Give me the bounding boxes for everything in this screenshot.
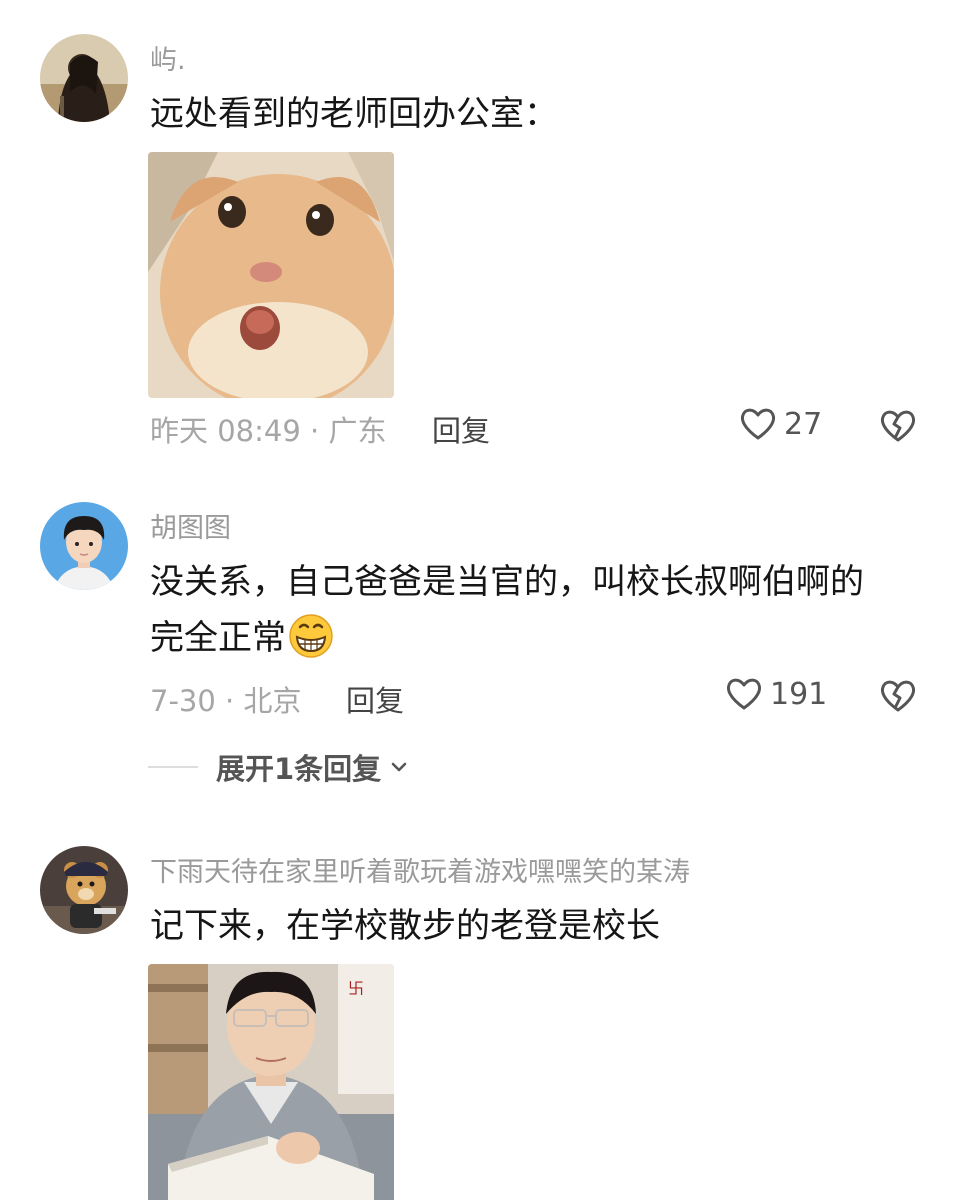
chevron-down-icon xyxy=(391,762,407,772)
reply-button[interactable]: 回复 xyxy=(432,408,490,450)
comment-item: 屿. 远处看到的老师回办公室： 昨天 08:49 · 广东 回复 27 xyxy=(0,0,960,470)
comment-username[interactable]: 屿. xyxy=(150,38,186,77)
expand-replies-button[interactable]: 展开1条回复 xyxy=(148,746,409,788)
comment-image[interactable] xyxy=(148,152,394,398)
svg-text:卐: 卐 xyxy=(348,979,364,998)
comment-image[interactable]: 卐 xyxy=(148,964,394,1200)
heart-outline-icon xyxy=(724,674,764,714)
comment-meta: 昨天 08:49 · 广东 xyxy=(150,414,387,448)
reply-button[interactable]: 回复 xyxy=(346,678,404,720)
avatar[interactable] xyxy=(40,846,128,934)
comment-item: 下雨天待在家里听着歌玩着游戏嘿嘿笑的某涛 记下来，在学校散步的老登是校长 卐 xyxy=(0,820,960,1200)
expand-replies-label: 展开1条回复 xyxy=(216,752,382,786)
avatar[interactable] xyxy=(40,34,128,122)
comment-meta: 7-30 · 北京 xyxy=(150,684,302,718)
like-button[interactable]: 27 xyxy=(738,404,822,444)
comment-username[interactable]: 胡图图 xyxy=(150,506,231,545)
like-count: 27 xyxy=(784,406,823,442)
dislike-button[interactable] xyxy=(878,676,918,716)
comment-username[interactable]: 下雨天待在家里听着歌玩着游戏嘿嘿笑的某涛 xyxy=(150,850,690,889)
comment-text: 记下来，在学校散步的老登是校长 xyxy=(150,906,660,946)
divider xyxy=(148,766,198,768)
grinning-face-emoji xyxy=(288,613,334,659)
heart-outline-icon xyxy=(738,404,778,444)
broken-heart-icon xyxy=(878,676,918,716)
dislike-button[interactable] xyxy=(878,406,918,446)
avatar[interactable] xyxy=(40,502,128,590)
comment-text-line: 没关系，自己爸爸是当官的，叫校长叔啊伯啊的 xyxy=(150,562,864,602)
comment-text: 没关系，自己爸爸是当官的，叫校长叔啊伯啊的 完全正常 xyxy=(150,554,930,666)
broken-heart-icon xyxy=(878,406,918,446)
like-button[interactable]: 191 xyxy=(724,674,827,714)
like-count: 191 xyxy=(770,676,828,712)
comment-item: 胡图图 没关系，自己爸爸是当官的，叫校长叔啊伯啊的 完全正常 7-30 · 北京… xyxy=(0,470,960,820)
comment-text-line: 完全正常 xyxy=(150,618,286,658)
comment-text: 远处看到的老师回办公室： xyxy=(150,94,558,134)
